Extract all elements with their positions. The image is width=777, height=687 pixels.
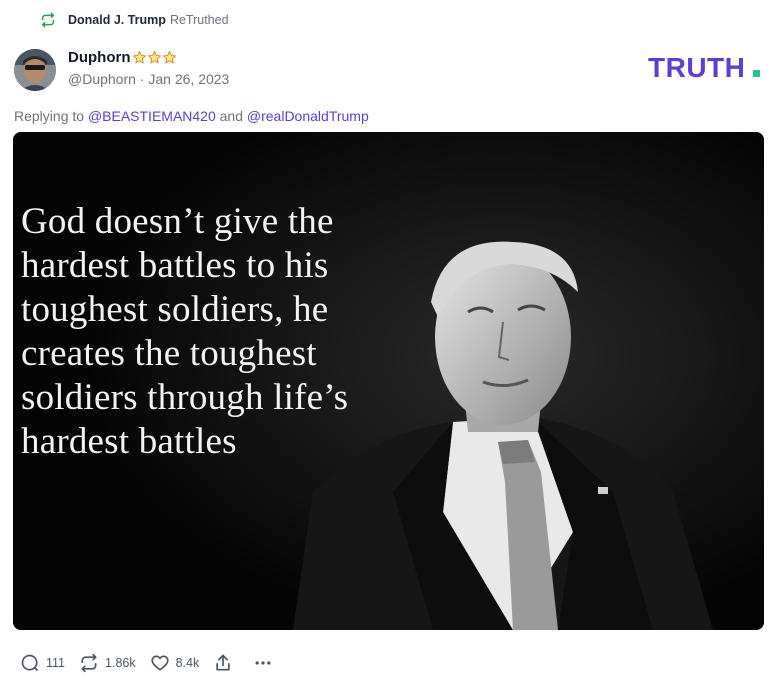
retruth-user-link[interactable]: Donald J. Trump (68, 13, 166, 27)
three-star-badge (132, 50, 177, 65)
retruth-button[interactable]: 1.86k (79, 653, 136, 673)
more-options-button[interactable] (253, 653, 273, 673)
like-count: 8.4k (175, 656, 200, 670)
reply-icon (21, 654, 39, 672)
retruth-icon (41, 12, 55, 28)
heart-icon (151, 655, 169, 671)
truth-logo: TRUTH (648, 52, 760, 82)
quote-line: soldiers through life’s (21, 377, 349, 418)
replying-to-joiner: and (219, 108, 243, 124)
svg-text:TRUTH: TRUTH (648, 52, 745, 82)
share-button[interactable] (213, 653, 239, 673)
star-icon (133, 50, 147, 64)
more-icon (255, 661, 271, 665)
retruth-header: Donald J. Trump ReTruthed (40, 11, 229, 29)
reply-count: 111 (46, 656, 66, 670)
quote-line: hardest battles (21, 421, 237, 462)
mention-realdonaldtrump[interactable]: @realDonaldTrump (247, 108, 369, 124)
retruth-icon (81, 653, 97, 673)
retruth-label: ReTruthed (169, 13, 229, 27)
quote-text: God doesn’t give the hardest battles to … (21, 200, 451, 464)
post-date[interactable]: Jan 26, 2023 (148, 71, 229, 87)
replying-to-prefix: Replying to (14, 108, 85, 124)
action-bar: 111 1.86k 8.4k (20, 652, 287, 674)
star-icon (163, 50, 177, 64)
quote-line: hardest battles to his (21, 245, 329, 286)
author-handle[interactable]: @Duphorn (68, 71, 136, 87)
author-name[interactable]: Duphorn (68, 49, 130, 66)
share-icon (216, 654, 230, 671)
like-button[interactable]: 8.4k (150, 653, 200, 673)
post-image[interactable]: God doesn’t give the hardest battles to … (13, 132, 764, 630)
author-name-line: Duphorn (68, 47, 177, 67)
star-icon (148, 50, 162, 64)
quote-line: God doesn’t give the (21, 201, 334, 242)
author-meta: @Duphorn · Jan 26, 2023 (68, 71, 229, 87)
mention-beastieman420[interactable]: @BEASTIEMAN420 (88, 108, 216, 124)
quote-line: creates the toughest (21, 333, 317, 374)
quote-line: toughest soldiers, he (21, 289, 329, 330)
reply-button[interactable]: 111 (20, 653, 65, 673)
avatar[interactable] (14, 49, 56, 91)
retruth-count: 1.86k (105, 656, 136, 670)
replying-to-line: Replying to @BEASTIEMAN420 and @realDona… (14, 108, 369, 124)
